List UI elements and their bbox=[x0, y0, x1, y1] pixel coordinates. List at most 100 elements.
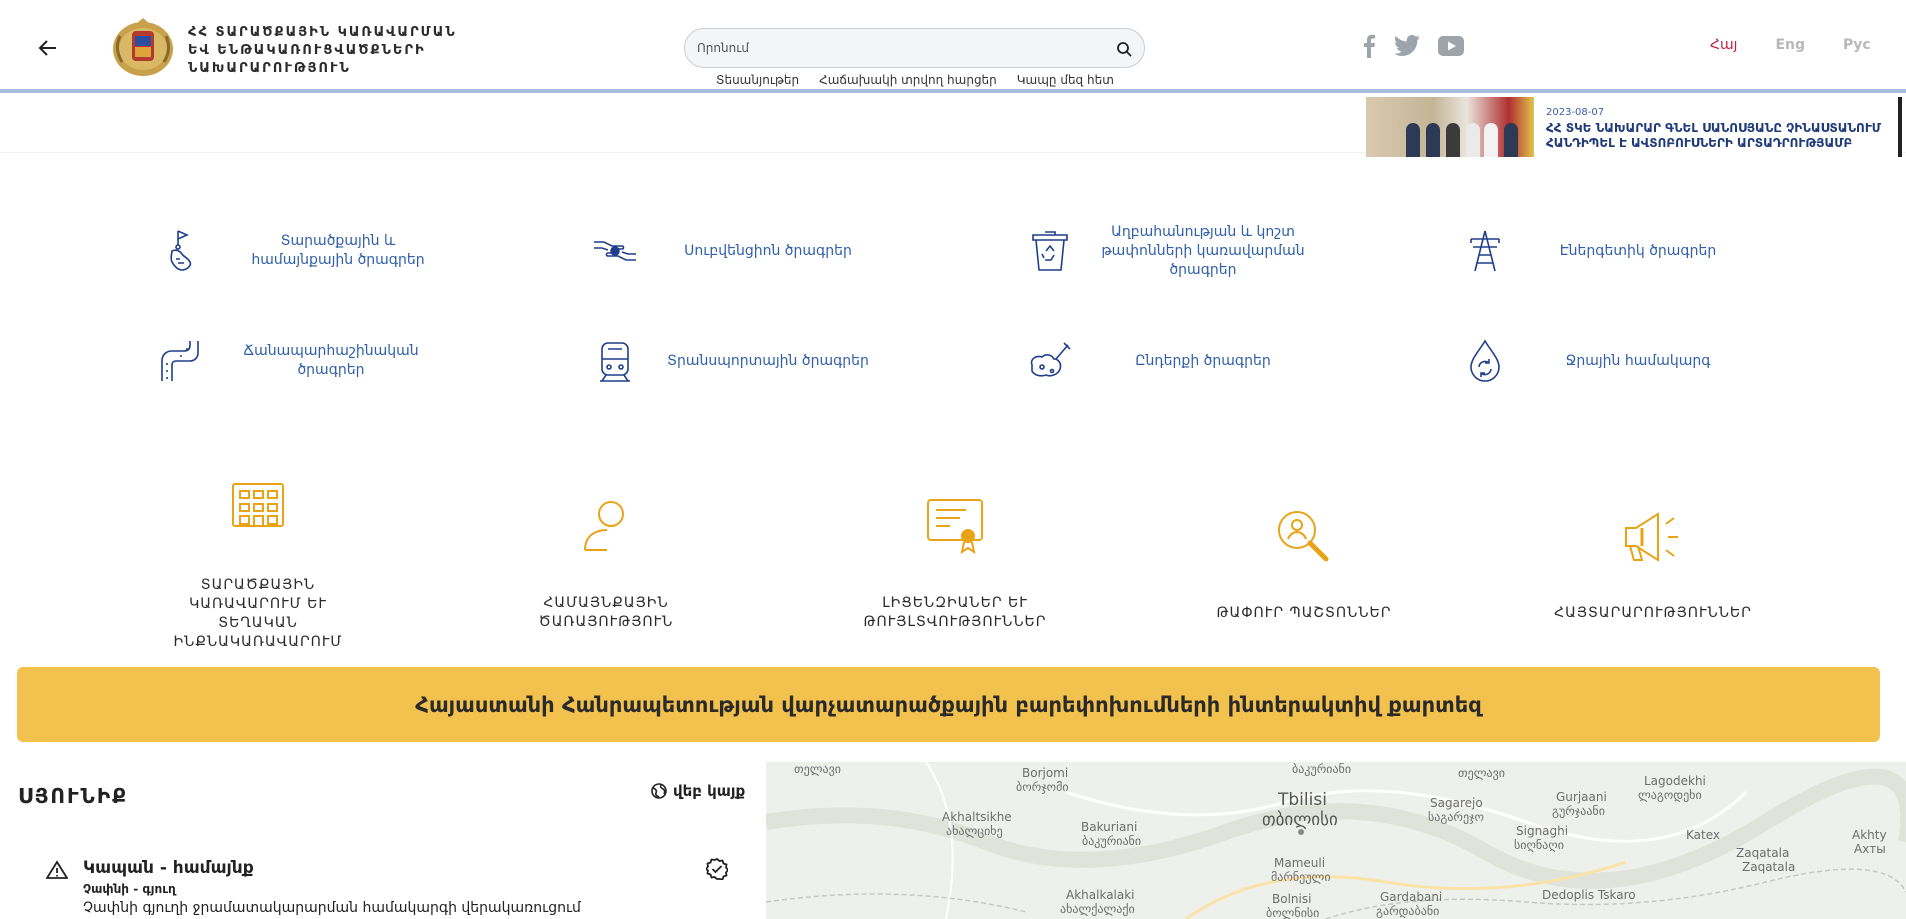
link-contact[interactable]: Կապը մեզ հետ bbox=[1017, 73, 1114, 87]
service-label: ՀԱՅՏԱՐԱՐՈՒԹՅՈՒՆՆԵՐ bbox=[1554, 605, 1752, 621]
map-label: Katex bbox=[1686, 828, 1720, 842]
website-link-label: վեբ կայք bbox=[673, 782, 746, 800]
certificate-icon bbox=[927, 499, 983, 555]
map-label: მარნეული bbox=[1271, 870, 1331, 884]
program-label: Աղբահանության և կոշտ թափոնների կառավարմա… bbox=[1101, 223, 1305, 278]
map-label: Gardabani bbox=[1380, 890, 1443, 904]
program-water[interactable]: Ջրային համակարգ bbox=[1455, 326, 1875, 396]
person-icon bbox=[584, 501, 624, 551]
interactive-map-banner[interactable]: Հայաստանի Հանրապետության վարչատարածքային… bbox=[17, 667, 1880, 742]
project-subtitle: Չափնի - գյուղ bbox=[83, 882, 176, 896]
site-header: ՀՀ ՏԱՐԱԾՔԱՅԻՆ ԿԱՌԱՎԱՐՄԱՆ ԵՎ ԵՆԹԱԿԱՌՈՒՑՎԱ… bbox=[0, 0, 1906, 93]
news-strip: 2023-08-07 ՀՀ ՏԿԵ ՆԱԽԱՐԱՐ ԳՆԵԼ ՍԱՆՈՍՅԱՆԸ… bbox=[0, 97, 1906, 157]
top-links: Տեսանյութեր Հաճախակի տրվող հարցեր Կապը մ… bbox=[716, 73, 1114, 87]
project-title: Կապան - համայնք bbox=[83, 858, 254, 878]
map-label: Akhaltsikhe bbox=[942, 810, 1012, 824]
program-label: Սուբվենցիոն ծրագրեր bbox=[684, 242, 852, 259]
program-energy[interactable]: Էներգետիկ ծրագրեր bbox=[1455, 216, 1875, 286]
service-community[interactable]: ՀԱՄԱՅՆՔԱՅԻՆ ԾԱՌԱՅՈՒԹՅՈՒՆ bbox=[506, 494, 706, 630]
twitter-icon[interactable] bbox=[1394, 35, 1420, 57]
map-label: ბაკურიანი bbox=[1082, 834, 1142, 848]
program-label: Ջրային համակարգ bbox=[1565, 352, 1711, 369]
map-label: ლაგოდეხი bbox=[1638, 788, 1702, 802]
map-terrain bbox=[766, 762, 1906, 919]
map-label: ახალქალაქი bbox=[1060, 902, 1135, 916]
language-switcher: Հայ Eng Рус bbox=[1710, 37, 1871, 53]
mining-icon bbox=[1030, 342, 1071, 377]
power-tower-icon bbox=[1470, 230, 1500, 272]
map-label: Borjomi bbox=[1022, 766, 1069, 780]
road-icon bbox=[161, 341, 199, 381]
map-label: ბოლნისი bbox=[1266, 906, 1320, 919]
service-label: ՏԱՐԱԾՔԱՅԻՆ ԿԱՌԱՎԱՐՈՒՄ ԵՒ ՏԵՂԱԿԱՆ ԻՆՔՆԱԿԱ… bbox=[173, 577, 343, 650]
service-vacancies[interactable]: ԹԱՓՈՒՐ ՊԱՇՏՈՆՆԵՐ bbox=[1204, 502, 1404, 621]
map-label: Dedoplis Tskaro bbox=[1542, 888, 1636, 902]
map-label: Bolnisi bbox=[1272, 892, 1312, 906]
map-label: გარდაბანი bbox=[1376, 904, 1440, 918]
map-label: საგარეჯო bbox=[1428, 810, 1484, 824]
map-label: Gurjaani bbox=[1556, 790, 1607, 804]
map-label: Ахты bbox=[1854, 842, 1886, 856]
map-label-city: თბილისი bbox=[1262, 810, 1338, 830]
map-label: ახალციხე bbox=[946, 824, 1003, 838]
map-label: Bakuriani bbox=[1081, 820, 1138, 834]
map-flag-icon bbox=[170, 230, 192, 271]
search-person-icon bbox=[1278, 511, 1329, 562]
map-label: Sagarejo bbox=[1430, 796, 1483, 810]
map-label: თელავი bbox=[794, 762, 841, 776]
region-title: ՍՅՈՒՆԻՔ bbox=[18, 784, 129, 808]
hands-icon bbox=[594, 241, 636, 261]
youtube-icon[interactable] bbox=[1438, 36, 1464, 56]
map-label: Zaqatala bbox=[1736, 846, 1790, 860]
lang-ru[interactable]: Рус bbox=[1843, 37, 1871, 53]
project-description: Չափնի գյուղի ջրամատակարարման համակարգի վ… bbox=[83, 900, 581, 916]
train-icon bbox=[600, 342, 630, 382]
map-label: Signaghi bbox=[1516, 824, 1569, 838]
service-label: ՀԱՄԱՅՆՔԱՅԻՆ ԾԱՌԱՅՈՒԹՅՈՒՆ bbox=[538, 595, 674, 630]
lang-hy[interactable]: Հայ bbox=[1710, 37, 1737, 53]
news-image bbox=[1366, 97, 1534, 157]
link-faq[interactable]: Հաճախակի տրվող հարցեր bbox=[819, 73, 997, 87]
program-transport[interactable]: Տրանսպորտային ծրագրեր bbox=[585, 326, 1005, 396]
program-road[interactable]: Ճանապարհաշինական ծրագրեր bbox=[148, 326, 568, 396]
facebook-icon[interactable] bbox=[1362, 34, 1376, 58]
website-link[interactable]: վեբ կայք bbox=[651, 782, 745, 800]
water-drop-icon bbox=[1470, 339, 1500, 382]
lang-en[interactable]: Eng bbox=[1775, 37, 1805, 53]
program-label: Տրանսպորտային ծրագրեր bbox=[667, 352, 869, 369]
program-subsoil[interactable]: Ընդերքի ծրագրեր bbox=[1020, 326, 1440, 396]
check-badge-icon[interactable] bbox=[706, 858, 728, 880]
back-arrow-icon[interactable] bbox=[36, 36, 60, 60]
map-label: Akhty bbox=[1852, 828, 1887, 842]
search-box[interactable] bbox=[684, 28, 1145, 68]
megaphone-icon bbox=[1625, 512, 1678, 562]
ministry-name[interactable]: ՀՀ ՏԱՐԱԾՔԱՅԻՆ ԿԱՌԱՎԱՐՄԱՆ ԵՎ ԵՆԹԱԿԱՌՈՒՑՎԱ… bbox=[188, 24, 478, 78]
search-icon[interactable] bbox=[1116, 41, 1132, 57]
service-label: ԹԱՓՈՒՐ ՊԱՇՏՈՆՆԵՐ bbox=[1216, 605, 1392, 621]
service-territorial-admin[interactable]: ՏԱՐԱԾՔԱՅԻՆ ԿԱՌԱՎԱՐՈՒՄ ԵՒ ՏԵՂԱԿԱՆ ԻՆՔՆԱԿԱ… bbox=[158, 472, 358, 650]
map-label: სიღნაღი bbox=[1514, 838, 1564, 852]
program-subvention[interactable]: Սուբվենցիոն ծրագրեր bbox=[585, 216, 1005, 286]
map-label: Akhalkalaki bbox=[1066, 888, 1135, 902]
program-waste[interactable]: Աղբահանության և կոշտ թափոնների կառավարմա… bbox=[1020, 216, 1440, 286]
recycle-bin-icon bbox=[1032, 231, 1068, 271]
map-label: ბაკურიანი bbox=[1292, 762, 1352, 776]
news-title[interactable]: ՀՀ ՏԿԵ ՆԱԽԱՐԱՐ ԳՆԵԼ ՍԱՆՈՍՅԱՆԸ ՉԻՆԱՍՏԱՆՈՒ… bbox=[1546, 121, 1886, 151]
map-label: Mameuli bbox=[1274, 856, 1326, 870]
building-icon bbox=[232, 483, 284, 527]
region-map[interactable]: თელავი Borjomi ბორჯომი Akhaltsikhe ახალც… bbox=[766, 762, 1906, 919]
coat-of-arms-logo[interactable] bbox=[110, 16, 176, 78]
map-label-city: Tbilisi bbox=[1278, 790, 1327, 810]
map-label: Zaqatala bbox=[1742, 860, 1796, 874]
link-videos[interactable]: Տեսանյութեր bbox=[716, 73, 799, 87]
warning-icon bbox=[46, 860, 68, 879]
program-territorial[interactable]: Տարածքային և համայնքային ծրագրեր bbox=[155, 216, 575, 286]
program-label: Ճանապարհաշինական ծրագրեր bbox=[243, 343, 419, 378]
globe-icon bbox=[651, 783, 667, 799]
program-label: Ընդերքի ծրագրեր bbox=[1135, 352, 1271, 369]
map-label: თელავი bbox=[1458, 766, 1505, 780]
service-licenses[interactable]: ԼԻՑԵՆԶԻԱՆԵՐ ԵՒ ԹՈՒՅԼՏՎՈՒԹՅՈՒՆՆԵՐ bbox=[855, 494, 1055, 630]
search-input[interactable] bbox=[697, 37, 1097, 59]
service-announcements[interactable]: ՀԱՅՏԱՐԱՐՈՒԹՅՈՒՆՆԵՐ bbox=[1553, 502, 1753, 621]
news-card[interactable]: 2023-08-07 ՀՀ ՏԿԵ ՆԱԽԱՐԱՐ ԳՆԵԼ ՍԱՆՈՍՅԱՆԸ… bbox=[1366, 97, 1902, 157]
